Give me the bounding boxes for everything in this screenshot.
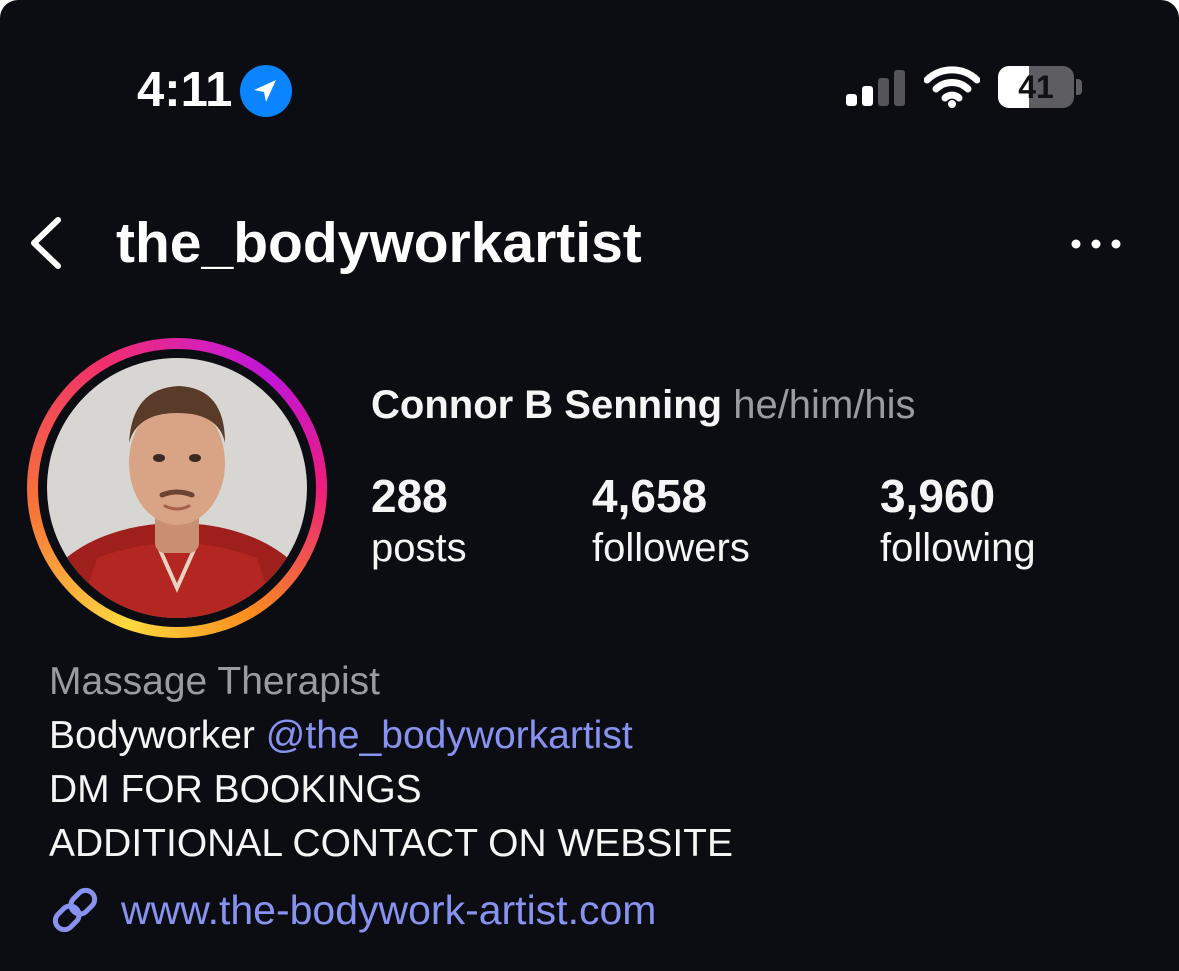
website-url[interactable]: www.the-bodywork-artist.com — [121, 880, 656, 940]
profile-screen: 4:11 41 the_bodyworkartist Connor B Senn… — [0, 0, 1179, 971]
posts-count: 288 — [371, 470, 448, 522]
cellular-signal-icon — [846, 70, 905, 106]
location-arrow-icon — [240, 65, 292, 117]
link-icon — [52, 887, 98, 933]
bio-line-2: DM FOR BOOKINGS — [49, 768, 422, 811]
posts-label: posts — [371, 526, 467, 570]
followers-label: followers — [592, 526, 750, 570]
more-options-button[interactable] — [1068, 228, 1124, 260]
mention-link[interactable]: @the_bodyworkartist — [266, 714, 633, 757]
followers-stat[interactable]: 4,658 followers — [592, 470, 750, 574]
pronouns: he/him/his — [733, 383, 916, 427]
profile-bio: Massage Therapist Bodyworker @the_bodywo… — [49, 655, 733, 871]
profile-username-title: the_bodyworkartist — [116, 211, 642, 275]
following-label: following — [880, 526, 1036, 570]
following-stat[interactable]: 3,960 following — [880, 470, 1036, 574]
full-name-text: Connor B Senning — [371, 383, 723, 427]
bio-line-3: ADDITIONAL CONTACT ON WEBSITE — [49, 822, 734, 865]
following-count: 3,960 — [880, 470, 996, 522]
wifi-icon — [924, 66, 980, 108]
category-label: Massage Therapist — [49, 660, 380, 703]
battery-icon: 41 — [998, 66, 1084, 108]
status-time: 4:11 — [137, 63, 233, 117]
profile-photo — [47, 358, 307, 618]
bio-line-1: Bodyworker @the_bodyworkartist — [49, 709, 733, 763]
battery-level: 41 — [1018, 69, 1054, 105]
posts-stat[interactable]: 288 posts — [371, 470, 467, 574]
profile-full-name: Connor B Senning he/him/his — [371, 381, 916, 429]
avatar[interactable] — [47, 358, 307, 618]
story-ring[interactable] — [27, 338, 327, 638]
followers-count: 4,658 — [592, 470, 708, 522]
bio-text: Bodyworker — [49, 714, 255, 757]
back-button[interactable] — [22, 208, 76, 278]
